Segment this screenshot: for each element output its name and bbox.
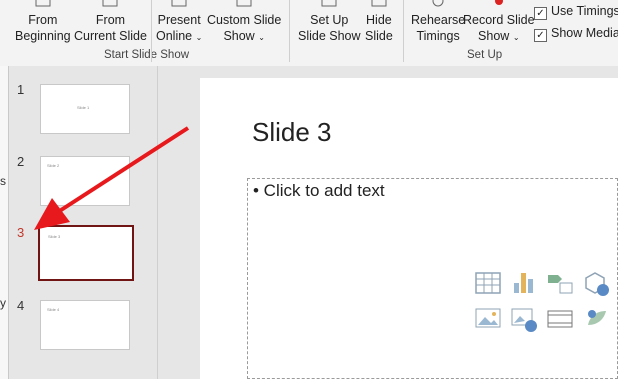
insert-picture-icon[interactable] — [474, 305, 502, 333]
insert-icons-icon[interactable] — [582, 305, 610, 333]
slideshow-current-icon — [102, 0, 118, 7]
hide-slide-icon — [371, 0, 387, 7]
chevron-down-icon: ⌄ — [258, 33, 265, 42]
ribbon: From Beginning From Current Slide Presen… — [0, 0, 618, 67]
slide-canvas: Slide 3 • Click to add text — [158, 66, 618, 379]
slide-editor[interactable]: Slide 3 • Click to add text — [200, 78, 618, 379]
record-icon — [494, 0, 503, 5]
timer-icon — [432, 0, 444, 7]
background-window-edge: s y — [0, 66, 9, 379]
setup-slide-show-button[interactable]: Set Up Slide Show — [298, 0, 361, 44]
custom-show-icon — [236, 0, 252, 7]
group-label-setup: Set Up — [467, 49, 503, 61]
insert-chart-icon[interactable] — [510, 269, 538, 297]
insert-video-icon[interactable] — [546, 305, 574, 333]
from-current-slide-button[interactable]: From Current Slide — [74, 0, 147, 44]
slide-thumbnail-1[interactable]: Slide 1 — [40, 84, 130, 134]
slide-number-selected: 3 — [17, 225, 25, 240]
checkmark-icon: ✓ — [534, 7, 547, 20]
slide-number: 1 — [17, 82, 25, 97]
record-slide-show-button[interactable]: Record Slide Show ⌄ — [463, 0, 535, 46]
custom-slide-show-button[interactable]: Custom Slide Show ⌄ — [207, 0, 281, 46]
ribbon-divider — [403, 0, 404, 62]
checkmark-icon: ✓ — [534, 29, 547, 42]
slide-thumbnails-pane: 1 Slide 1 2 Slide 2 3 Slide 3 4 Slide 4 — [9, 66, 157, 379]
insert-3d-model-icon[interactable] — [582, 269, 610, 297]
slide-thumbnail-2[interactable]: Slide 2 — [40, 156, 130, 206]
slide-number: 4 — [17, 298, 25, 313]
chevron-down-icon: ⌄ — [195, 33, 203, 42]
use-timings-checkbox[interactable]: ✓ Use Timings — [534, 4, 618, 20]
setup-icon — [321, 0, 337, 7]
present-online-icon — [171, 0, 187, 7]
insert-online-picture-icon[interactable] — [510, 305, 538, 333]
group-label-start-slide-show: Start Slide Show — [104, 49, 190, 61]
slide-title[interactable]: Slide 3 — [252, 117, 332, 148]
hide-slide-button[interactable]: Hide Slide — [365, 0, 393, 44]
rehearse-timings-button[interactable]: Rehearse Timings — [411, 0, 465, 44]
insert-smartart-icon[interactable] — [546, 269, 574, 297]
show-media-checkbox[interactable]: ✓ Show Media — [534, 26, 618, 42]
present-online-button[interactable]: Present Online ⌄ — [156, 0, 203, 46]
chevron-down-icon: ⌄ — [512, 33, 520, 42]
ribbon-divider — [289, 0, 290, 62]
slideshow-start-icon — [35, 0, 51, 7]
ribbon-divider — [151, 0, 152, 62]
slide-thumbnail-3[interactable]: Slide 3 — [38, 225, 134, 281]
slide-number: 2 — [17, 154, 25, 169]
slide-thumbnail-4[interactable]: Slide 4 — [40, 300, 130, 350]
insert-table-icon[interactable] — [474, 269, 502, 297]
content-placeholder[interactable]: • Click to add text — [247, 178, 618, 379]
from-beginning-button[interactable]: From Beginning — [15, 0, 71, 44]
